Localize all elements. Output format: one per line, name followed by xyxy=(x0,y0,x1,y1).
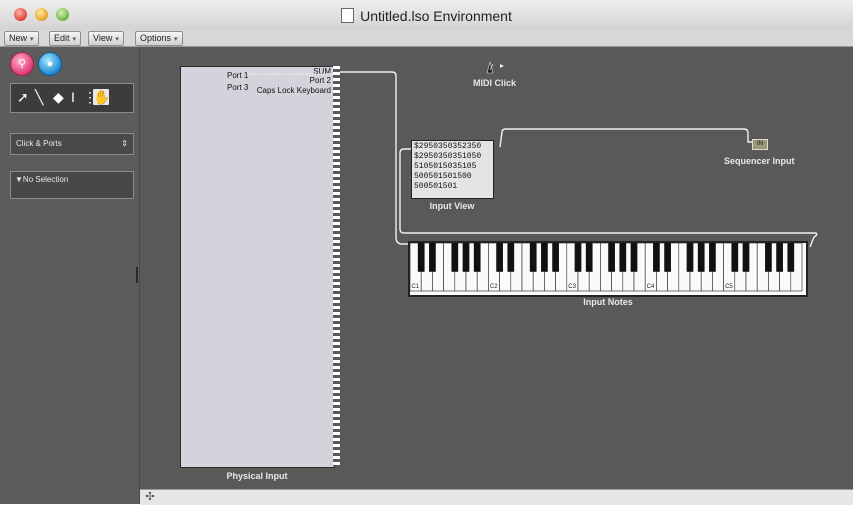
left-panel: ⚲ ● ➚ ╲ ◆ I ⋮ ✋ Click & Ports ⇕ ▼No Sele… xyxy=(0,47,140,504)
environment-canvas[interactable]: SUM Port 1 Port 2 Port 3 Caps Lock Keybo… xyxy=(140,47,853,489)
physical-input-name: Physical Input xyxy=(226,471,288,481)
menu-edit[interactable]: Edit ▾ xyxy=(49,31,82,46)
input-notes-keyboard[interactable] xyxy=(408,241,808,297)
layer-selector[interactable]: Click & Ports ⇕ xyxy=(10,133,134,155)
menu-view-label: View xyxy=(93,33,113,43)
link-icon: ● xyxy=(46,58,54,70)
input-view-line: $2950350351050 xyxy=(414,152,482,161)
inspector-panel[interactable]: ▼No Selection xyxy=(10,171,134,199)
menu-view[interactable]: View ▾ xyxy=(88,31,124,46)
sequencer-input-name: Sequencer Input xyxy=(724,156,795,166)
input-view-line: 500501501 xyxy=(414,182,458,191)
eraser-tool-icon[interactable]: ◆ xyxy=(53,89,64,105)
physical-input-outlets[interactable] xyxy=(333,66,340,466)
physical-input-object[interactable]: SUM Port 1 Port 2 Port 3 Caps Lock Keybo… xyxy=(180,66,335,468)
updown-arrows-icon: ⇕ xyxy=(121,139,128,148)
move-cross-icon[interactable]: ✣ xyxy=(144,491,156,503)
input-view-line: 5105015035105 xyxy=(414,162,477,171)
pencil-tool-icon[interactable]: ╲ xyxy=(35,89,43,105)
midi-out-icon: ⚲ xyxy=(17,58,27,70)
chevron-down-icon: ▾ xyxy=(30,36,34,43)
port-label-3: Port 3 xyxy=(227,83,249,92)
chevron-down-icon: ▾ xyxy=(174,36,178,43)
menu-options-label: Options xyxy=(140,33,172,43)
port-label-2: Port 2 xyxy=(309,76,331,85)
midi-click-name: MIDI Click xyxy=(473,78,517,88)
port-label-sum: SUM xyxy=(313,67,331,76)
sequencer-input-object[interactable]: IN xyxy=(752,139,768,150)
input-view-line: $2950350352350 xyxy=(414,142,482,151)
chevron-down-icon: ▾ xyxy=(72,36,77,43)
link-button[interactable]: ● xyxy=(38,52,62,76)
toolbox: ➚ ╲ ◆ I ⋮ ✋ xyxy=(10,83,134,113)
horizontal-scrollbar[interactable]: ✣ xyxy=(140,489,853,505)
window-title: Untitled.lso Environment xyxy=(360,8,512,24)
menu-options[interactable]: Options ▾ xyxy=(135,31,183,46)
input-notes-name: Input Notes xyxy=(583,297,633,307)
menu-edit-label: Edit xyxy=(54,33,70,43)
menu-new[interactable]: New ▾ xyxy=(4,31,39,46)
midi-click-object[interactable] xyxy=(485,60,507,75)
window-title-group: Untitled.lso Environment xyxy=(0,8,853,24)
document-icon xyxy=(341,8,355,23)
chevron-down-icon: ▾ xyxy=(115,36,119,43)
title-bar[interactable]: Untitled.lso Environment xyxy=(0,0,853,31)
local-menu-bar: New ▾ Edit ▾ View ▾ Options ▾ xyxy=(0,30,853,47)
layer-selector-value: Click & Ports xyxy=(16,139,62,148)
port-label-caps-lock: Caps Lock Keyboard xyxy=(256,86,331,95)
input-view-line: 500501501500 xyxy=(414,172,472,181)
midi-out-button[interactable]: ⚲ xyxy=(10,52,34,76)
pointer-tool-icon[interactable]: ➚ xyxy=(17,89,29,105)
input-view-name: Input View xyxy=(429,201,475,211)
panel-resize-handle[interactable] xyxy=(136,267,138,283)
environment-window: Untitled.lso Environment New ▾ Edit ▾ View… xyxy=(0,0,853,505)
port-label-1: Port 1 xyxy=(227,71,249,80)
text-tool-icon[interactable]: I xyxy=(71,89,75,105)
hand-tool-icon[interactable]: ✋ xyxy=(93,89,110,105)
menu-new-label: New xyxy=(9,33,28,43)
inspector-label: ▼No Selection xyxy=(15,175,69,184)
input-view-object[interactable]: $2950350352350 $2950350351050 5105015035… xyxy=(411,140,494,199)
